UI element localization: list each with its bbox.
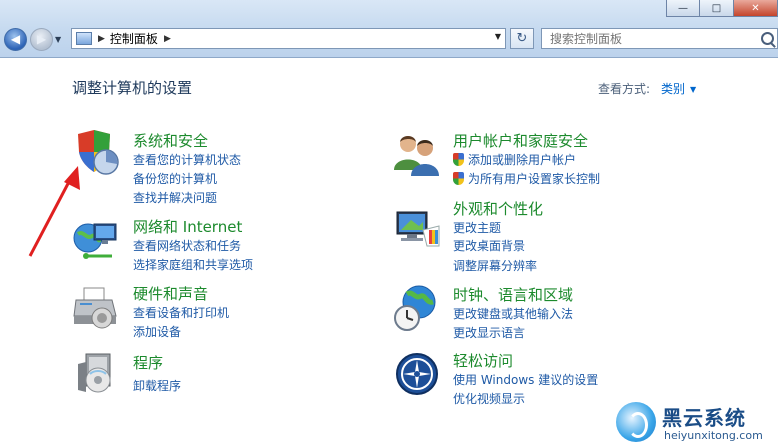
link-text[interactable]: 为所有用户设置家长控制: [468, 172, 600, 186]
watermark-url: heiyunxitong.com: [664, 429, 763, 442]
category-clock-language-region[interactable]: 时钟、语言和区域: [453, 284, 573, 305]
refresh-button[interactable]: ↻: [510, 28, 534, 49]
link-change-theme[interactable]: 更改主题: [453, 219, 501, 236]
address-bar[interactable]: ▶ 控制面板 ▶ ▼: [71, 28, 506, 49]
chevron-down-icon[interactable]: ▼: [690, 85, 696, 94]
category-programs[interactable]: 程序: [133, 352, 163, 373]
link-parental-controls[interactable]: 为所有用户设置家长控制: [453, 170, 600, 187]
uac-shield-icon: [453, 153, 464, 166]
annotation-arrow: [28, 166, 80, 257]
watermark: 黑云系统 heiyunxitong.com: [612, 398, 776, 446]
link-troubleshoot[interactable]: 查找并解决问题: [133, 189, 217, 206]
link-recommended-settings[interactable]: 使用 Windows 建议的设置: [453, 371, 598, 388]
navigation-buttons: ◀ ▶ ▼: [4, 26, 61, 52]
view-by-dropdown[interactable]: 类别 ▼: [661, 80, 696, 97]
breadcrumb-control-panel[interactable]: 控制面板: [110, 30, 158, 47]
category-network-internet[interactable]: 网络和 Internet: [133, 216, 242, 237]
close-button[interactable]: ✕: [734, 0, 778, 17]
search-box[interactable]: [541, 28, 778, 49]
window-chrome: — □ ✕ ◀ ▶ ▼ ▶ 控制面板 ▶ ▼ ↻: [0, 0, 778, 58]
link-view-network-status[interactable]: 查看网络状态和任务: [133, 237, 241, 254]
link-backup-computer[interactable]: 备份您的计算机: [133, 170, 217, 187]
view-by-label: 查看方式:: [598, 82, 651, 96]
printer-icon[interactable]: [72, 284, 120, 332]
link-optimize-visual-display[interactable]: 优化视频显示: [453, 390, 525, 407]
watermark-brand: 黑云系统: [662, 406, 746, 430]
search-input[interactable]: [550, 31, 760, 46]
category-system-security[interactable]: 系统和安全: [133, 130, 208, 151]
forward-button[interactable]: ▶: [30, 27, 53, 51]
back-button[interactable]: ◀: [4, 27, 27, 51]
link-change-display-language[interactable]: 更改显示语言: [453, 324, 525, 341]
view-by-value[interactable]: 类别: [661, 82, 685, 96]
page-title: 调整计算机的设置: [72, 79, 193, 97]
control-panel-icon: [76, 32, 92, 45]
link-devices-printers[interactable]: 查看设备和打印机: [133, 304, 229, 321]
link-view-computer-status[interactable]: 查看您的计算机状态: [133, 151, 241, 168]
link-uninstall-program[interactable]: 卸载程序: [133, 377, 181, 394]
uac-shield-icon: [453, 172, 464, 185]
address-history-dropdown-icon[interactable]: ▼: [495, 32, 501, 41]
breadcrumb-separator-icon[interactable]: ▶: [98, 34, 105, 44]
users-icon[interactable]: [393, 130, 441, 178]
link-add-device[interactable]: 添加设备: [133, 323, 181, 340]
search-icon[interactable]: [761, 32, 774, 45]
link-change-background[interactable]: 更改桌面背景: [453, 237, 525, 254]
clock-globe-icon[interactable]: [393, 284, 441, 332]
window-controls: — □ ✕: [666, 0, 778, 18]
breadcrumb-chevron-icon[interactable]: ▶: [164, 34, 171, 44]
brand-logo-icon: [616, 402, 656, 442]
link-screen-resolution[interactable]: 调整屏幕分辨率: [453, 257, 537, 274]
link-change-input-method[interactable]: 更改键盘或其他输入法: [453, 305, 573, 322]
recent-pages-dropdown-icon[interactable]: ▼: [55, 35, 61, 44]
ease-of-access-icon[interactable]: [393, 350, 441, 398]
monitor-palette-icon[interactable]: [393, 206, 441, 254]
category-ease-of-access[interactable]: 轻松访问: [453, 350, 513, 371]
link-text[interactable]: 添加或删除用户帐户: [468, 153, 576, 167]
link-add-remove-accounts[interactable]: 添加或删除用户帐户: [453, 151, 576, 168]
link-homegroup-sharing[interactable]: 选择家庭组和共享选项: [133, 256, 253, 273]
refresh-icon: ↻: [516, 31, 528, 46]
programs-box-icon[interactable]: [72, 350, 120, 398]
category-user-accounts[interactable]: 用户帐户和家庭安全: [453, 130, 588, 151]
maximize-button[interactable]: □: [700, 0, 734, 17]
category-hardware-sound[interactable]: 硬件和声音: [133, 283, 208, 304]
minimize-button[interactable]: —: [666, 0, 700, 17]
category-appearance[interactable]: 外观和个性化: [453, 198, 543, 219]
